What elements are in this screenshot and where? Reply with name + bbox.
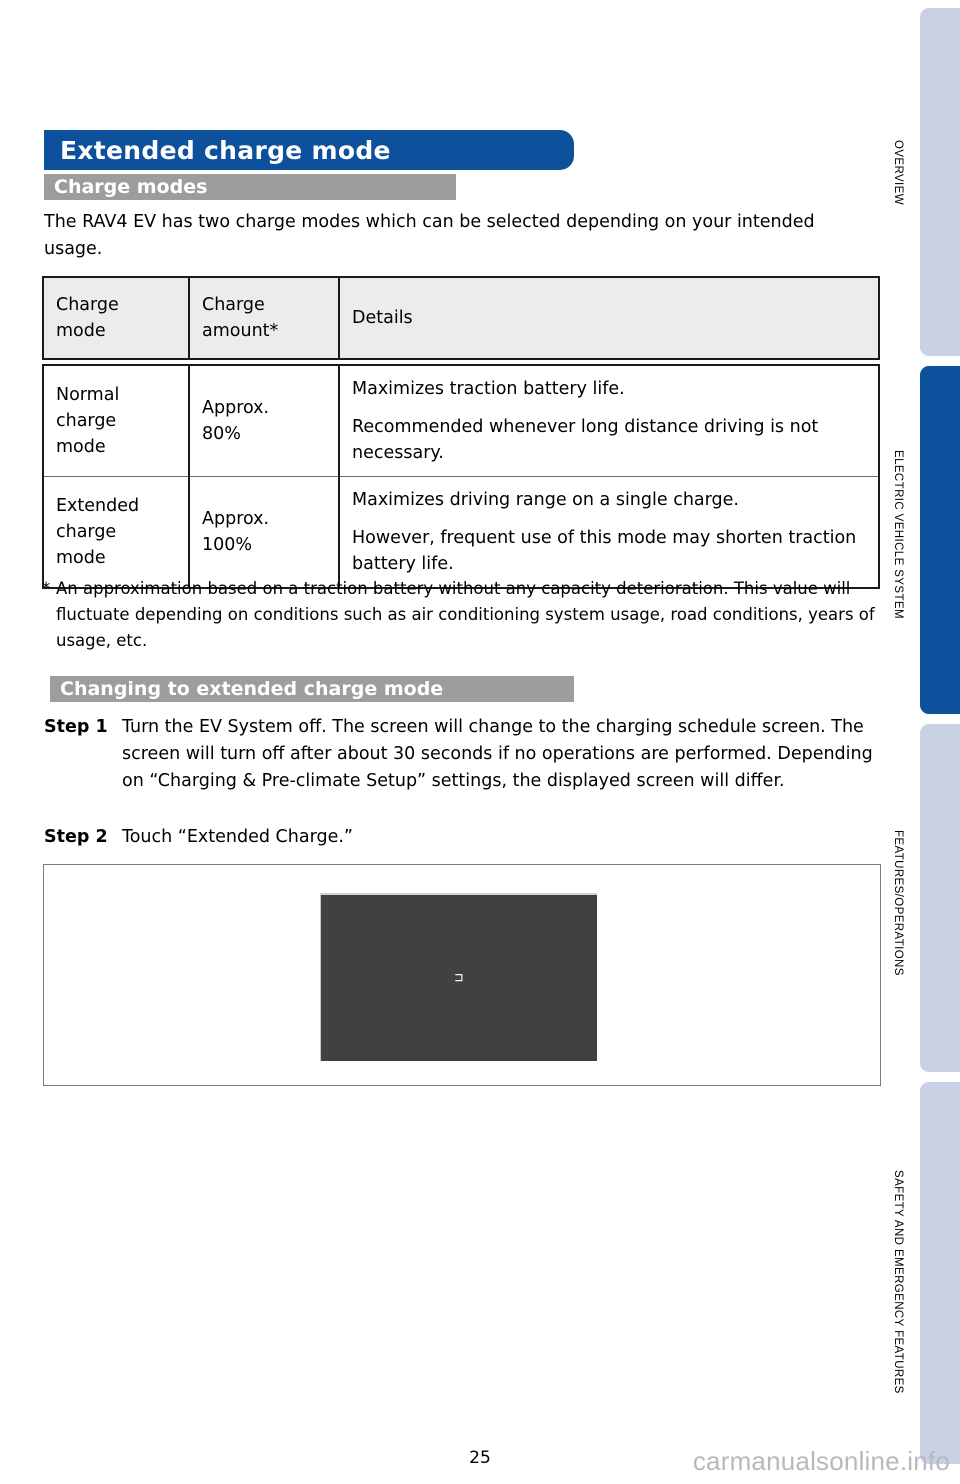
section-header-charge-modes: Charge modes bbox=[44, 174, 456, 200]
illustration-frame: ⊐ bbox=[43, 864, 881, 1086]
step-2-text: Touch “Extended Charge.” bbox=[122, 827, 353, 847]
watermark: carmanualsonline.info bbox=[692, 1446, 950, 1476]
table-cell-amount-extended: Approx. 100% bbox=[188, 476, 340, 589]
charge-modes-table: Charge mode Charge amount* Details Norma… bbox=[42, 276, 880, 589]
page-title: Extended charge mode bbox=[60, 135, 391, 165]
charge-modes-table-body: Normal charge mode Approx. 80% Maximizes… bbox=[42, 364, 880, 589]
charge-modes-table-header: Charge mode Charge amount* Details bbox=[42, 276, 880, 360]
page-title-bar: Extended charge mode bbox=[44, 130, 574, 170]
manual-page: OVERVIEW ELECTRIC VEHICLE SYSTEM FEATURE… bbox=[0, 0, 960, 1484]
section-header-changing-to-extended-charge-mode: Changing to extended charge mode bbox=[50, 676, 574, 702]
table-row: Normal charge mode Approx. 80% Maximizes… bbox=[42, 364, 880, 477]
step-2: Step 2 Touch “Extended Charge.” bbox=[44, 824, 874, 851]
sidebar-tab-overview-label: OVERVIEW bbox=[892, 140, 904, 205]
table-cell-mode-normal: Normal charge mode bbox=[42, 364, 190, 477]
sidebar-tab-features-operations[interactable] bbox=[920, 724, 960, 1072]
screen-glyph-icon: ⊐ bbox=[454, 970, 464, 986]
section-header-charge-modes-label: Charge modes bbox=[54, 176, 208, 198]
step-2-label: Step 2 bbox=[44, 827, 108, 847]
table-cell-details-normal: Maximizes traction battery life. Recomme… bbox=[338, 364, 880, 477]
step-1-text: Turn the EV System off. The screen will … bbox=[122, 717, 873, 791]
table-header-row: Charge mode Charge amount* Details bbox=[42, 276, 880, 360]
sidebar-tab-electric-vehicle-system-label: ELECTRIC VEHICLE SYSTEM bbox=[892, 450, 904, 619]
sidebar-tab-safety-and-emergency-features[interactable] bbox=[920, 1082, 960, 1464]
table-row: Extended charge mode Approx. 100% Maximi… bbox=[42, 476, 880, 589]
step-1: Step 1 Turn the EV System off. The scree… bbox=[44, 714, 874, 795]
section-header-changing-label: Changing to extended charge mode bbox=[60, 678, 444, 700]
footnote-text: An approximation based on a traction bat… bbox=[56, 579, 875, 650]
multimedia-screen-illustration: ⊐ bbox=[320, 893, 597, 1061]
table-header-cell-details: Details bbox=[338, 276, 880, 360]
footnote-marker: * bbox=[42, 579, 51, 598]
sidebar-tab-rail: OVERVIEW ELECTRIC VEHICLE SYSTEM FEATURE… bbox=[892, 0, 960, 1484]
table-cell-mode-extended: Extended charge mode bbox=[42, 476, 190, 589]
sidebar-tab-safety-and-emergency-features-label: SAFETY AND EMERGENCY FEATURES bbox=[892, 1170, 904, 1394]
sidebar-tab-features-operations-label: FEATURES/OPERATIONS bbox=[892, 830, 904, 976]
sidebar-tab-overview[interactable] bbox=[920, 8, 960, 356]
table-cell-details-extended: Maximizes driving range on a single char… bbox=[338, 476, 880, 589]
step-1-label: Step 1 bbox=[44, 717, 108, 737]
table-footnote: * An approximation based on a traction b… bbox=[42, 576, 882, 654]
table-cell-amount-normal: Approx. 80% bbox=[188, 364, 340, 477]
intro-paragraph: The RAV4 EV has two charge modes which c… bbox=[44, 212, 815, 259]
table-header-cell-charge-amount: Charge amount* bbox=[188, 276, 340, 360]
sidebar-tab-electric-vehicle-system[interactable] bbox=[920, 366, 960, 714]
table-header-cell-charge-mode: Charge mode bbox=[42, 276, 190, 360]
